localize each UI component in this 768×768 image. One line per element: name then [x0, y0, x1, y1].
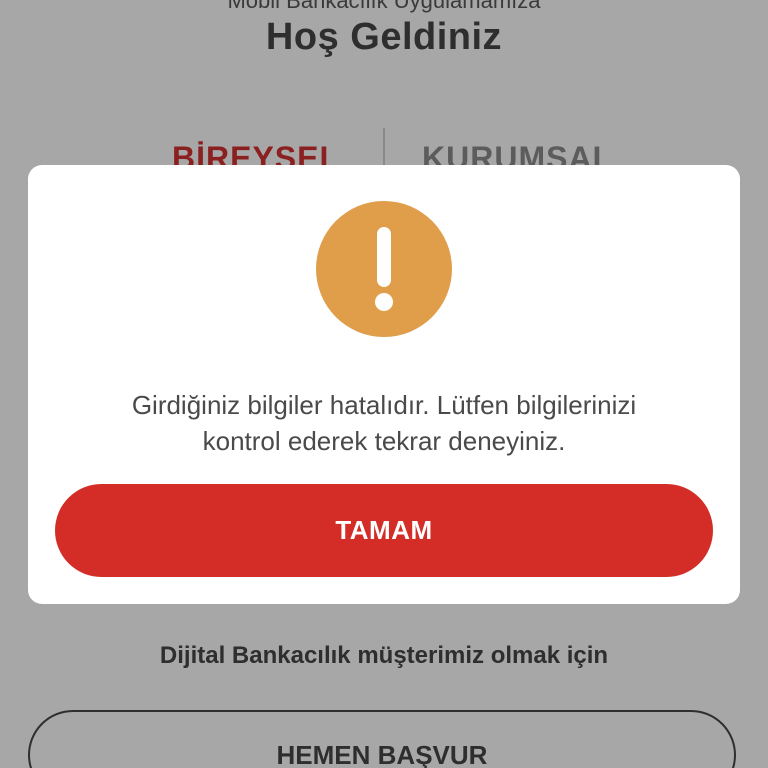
- app-screen: Mobil Bankacılık Uygulamamıza Hoş Geldin…: [0, 0, 768, 768]
- exclamation-dot: [375, 293, 393, 311]
- welcome-subtitle: Mobil Bankacılık Uygulamamıza: [227, 0, 541, 13]
- apply-now-button[interactable]: HEMEN BAŞVUR: [28, 710, 736, 768]
- welcome-title: Hoş Geldiniz: [265, 16, 503, 58]
- digital-banking-text: Dijital Bankacılık müşterimiz olmak için: [159, 642, 609, 669]
- error-message: Girdiğiniz bilgiler hatalıdır. Lütfen bi…: [28, 387, 740, 459]
- error-message-line-1: Girdiğiniz bilgiler hatalıdır. Lütfen bi…: [131, 390, 637, 420]
- error-message-line-2: kontrol ederek tekrar deneyiniz.: [202, 426, 566, 456]
- apply-now-label: HEMEN BAŞVUR: [276, 740, 488, 768]
- warning-exclamation-icon: [316, 201, 452, 337]
- exclamation-bar: [377, 227, 391, 287]
- ok-button[interactable]: TAMAM: [55, 484, 713, 577]
- error-dialog: Girdiğiniz bilgiler hatalıdır. Lütfen bi…: [28, 165, 740, 604]
